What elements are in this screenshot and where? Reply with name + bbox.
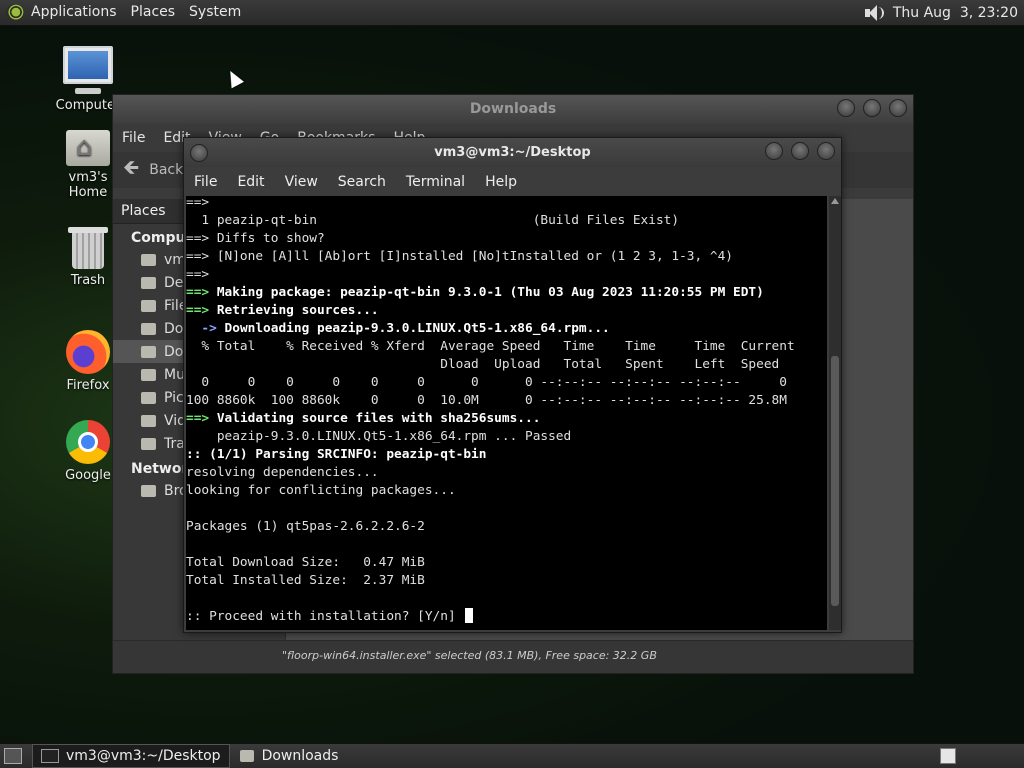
terminal-line: ==> Retrieving sources... — [186, 303, 379, 318]
minimize-button[interactable] — [765, 142, 783, 160]
menu-file[interactable]: File — [184, 174, 227, 190]
terminal-line: ==> Validating source files with sha256s… — [186, 411, 541, 426]
trash-icon — [68, 227, 108, 269]
folder-icon — [141, 322, 156, 335]
terminal-icon — [41, 749, 59, 763]
apps-logo-icon[interactable] — [6, 3, 24, 22]
taskbar-label: vm3@vm3:~/Desktop — [66, 748, 221, 764]
taskbar-label: Downloads — [261, 748, 339, 764]
maximize-button[interactable] — [791, 142, 809, 160]
minimize-button[interactable] — [837, 99, 855, 117]
terminal-window: vm3@vm3:~/Desktop File Edit View Search … — [183, 137, 842, 633]
back-button[interactable]: Back — [149, 162, 183, 178]
menu-edit[interactable]: Edit — [227, 174, 274, 190]
terminal-line: Packages (1) qt5pas-2.6.2.2.6-2 — [186, 519, 425, 534]
menu-system[interactable]: System — [182, 0, 248, 25]
terminal-line: peazip-9.3.0.LINUX.Qt5-1.x86_64.rpm ... … — [186, 429, 572, 444]
firefox-icon — [66, 330, 110, 374]
terminal-line: :: (1/1) Parsing SRCINFO: peazip-qt-bin — [186, 447, 487, 462]
status-text: "floorp-win64.installer.exe" selected (8… — [282, 649, 657, 662]
terminal-line: resolving dependencies... — [186, 465, 379, 480]
folder-icon — [239, 750, 254, 762]
taskbar-item-terminal[interactable]: vm3@vm3:~/Desktop — [32, 744, 230, 768]
terminal-line: ==> Making package: peazip-qt-bin 9.3.0-… — [186, 285, 764, 300]
close-button[interactable] — [889, 99, 907, 117]
folder-icon — [141, 391, 156, 404]
terminal-line: 1 peazip-qt-bin (Build Files Exist) — [186, 213, 680, 228]
network-icon — [141, 484, 156, 497]
terminal-line: :: Proceed with installation? [Y/n] — [186, 608, 827, 626]
folder-icon — [141, 276, 156, 289]
close-button[interactable] — [817, 142, 835, 160]
home-folder-icon — [66, 130, 110, 166]
drive-icon — [141, 299, 156, 312]
terminal-line: -> Downloading peazip-9.3.0.LINUX.Qt5-1.… — [186, 321, 610, 336]
terminal-output[interactable]: ==> 1 peazip-qt-bin (Build Files Exist) =… — [186, 196, 827, 630]
computer-icon — [63, 46, 113, 94]
folder-icon — [141, 345, 156, 358]
menu-help[interactable]: Help — [475, 174, 527, 190]
menu-search[interactable]: Search — [328, 174, 396, 190]
back-arrow-icon[interactable]: 🡸 — [123, 153, 139, 187]
window-title: Downloads — [469, 101, 557, 117]
terminal-line: ==> — [186, 196, 210, 210]
workspace-switcher[interactable] — [940, 748, 956, 764]
speaker-icon[interactable] — [863, 4, 884, 22]
terminal-line: Total Installed Size: 2.37 MiB — [186, 573, 425, 588]
terminal-line: ==> Diffs to show? — [186, 231, 325, 246]
menu-file[interactable]: File — [113, 130, 154, 146]
chrome-icon — [66, 420, 110, 464]
menu-places[interactable]: Places — [124, 0, 183, 25]
scrollbar-thumb[interactable] — [831, 356, 839, 606]
trash-icon — [141, 437, 156, 450]
file-manager-titlebar[interactable]: Downloads — [113, 95, 913, 124]
menu-applications[interactable]: Applications — [24, 0, 124, 25]
terminal-line: % Total % Received % Xferd Average Speed… — [186, 339, 795, 354]
bottom-panel: vm3@vm3:~/Desktop Downloads — [0, 743, 1024, 768]
mouse-cursor — [224, 67, 244, 89]
clock[interactable]: Thu Aug 3, 23:20 — [893, 5, 1018, 21]
top-panel: Applications Places System Thu Aug 3, 23… — [0, 0, 1024, 26]
terminal-lines: ==> 1 peazip-qt-bin (Build Files Exist) =… — [186, 196, 827, 626]
terminal-scrollbar[interactable] — [829, 196, 841, 630]
terminal-line: Total Download Size: 0.47 MiB — [186, 555, 425, 570]
menu-terminal[interactable]: Terminal — [396, 174, 475, 190]
terminal-line: ==> [N]one [A]ll [Ab]ort [I]nstalled [No… — [186, 249, 734, 264]
text-cursor — [465, 608, 474, 623]
status-bar: "floorp-win64.installer.exe" selected (8… — [113, 640, 913, 673]
menu-view[interactable]: View — [275, 174, 328, 190]
terminal-line: 0 0 0 0 0 0 0 0 --:--:-- --:--:-- --:--:… — [186, 375, 787, 390]
terminal-line: Dload Upload Total Spent Left Speed — [186, 357, 780, 372]
folder-icon — [141, 414, 156, 427]
terminal-title: vm3@vm3:~/Desktop — [434, 145, 591, 160]
terminal-line: 100 8860k 100 8860k 0 0 10.0M 0 --:--:--… — [186, 393, 787, 408]
scroll-up-arrow-icon[interactable] — [831, 198, 839, 204]
terminal-titlebar[interactable]: vm3@vm3:~/Desktop — [184, 138, 841, 167]
taskbar-item-downloads[interactable]: Downloads — [232, 745, 347, 767]
terminal-line: ==> — [186, 267, 210, 282]
terminal-menubar: File Edit View Search Terminal Help — [184, 167, 841, 196]
home-folder-icon — [141, 253, 156, 266]
window-menu-button[interactable] — [190, 144, 208, 162]
folder-icon — [141, 368, 156, 381]
show-desktop-icon[interactable] — [4, 748, 22, 764]
maximize-button[interactable] — [863, 99, 881, 117]
terminal-line: looking for conflicting packages... — [186, 483, 456, 498]
